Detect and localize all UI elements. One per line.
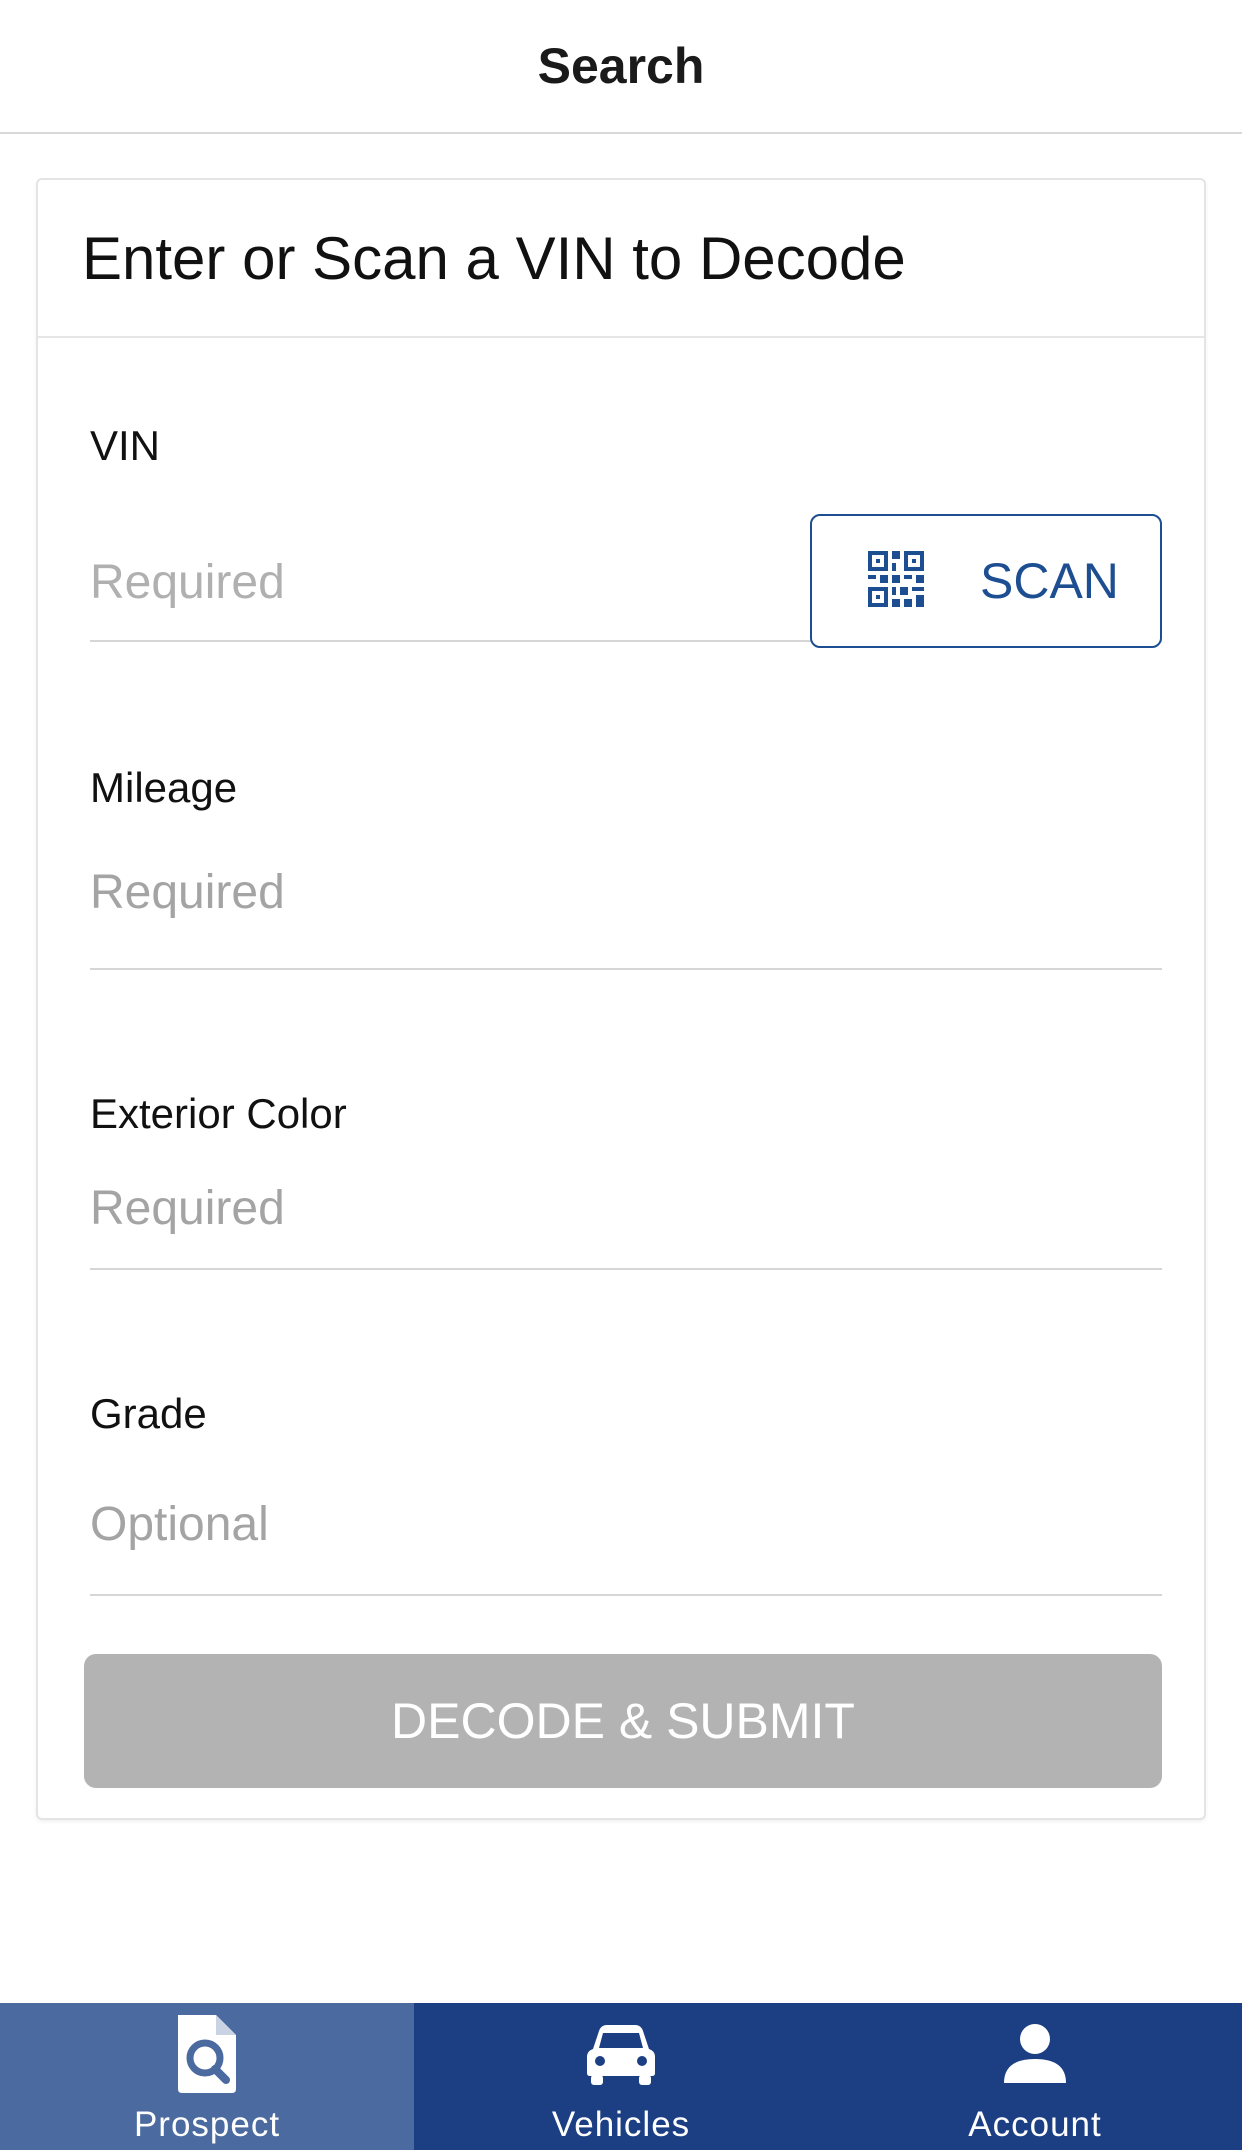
exterior-color-label: Exterior Color <box>90 1090 347 1137</box>
exterior-color-input[interactable] <box>90 1178 790 1238</box>
grade-field: Grade <box>90 1390 1162 1596</box>
scan-button[interactable]: SCAN <box>810 514 1162 648</box>
vin-input[interactable] <box>90 552 790 612</box>
document-search-icon <box>162 2009 252 2099</box>
vin-decode-card: Enter or Scan a VIN to Decode VIN Requir… <box>36 178 1206 1820</box>
tab-prospect-label: Prospect <box>133 2105 281 2144</box>
grade-label: Grade <box>90 1390 207 1437</box>
tab-account-label: Account <box>968 2105 1102 2144</box>
card-title: Enter or Scan a VIN to Decode <box>82 224 906 292</box>
grade-input[interactable] <box>90 1494 790 1554</box>
qr-code-icon <box>868 550 924 612</box>
tab-bar: Prospect Vehicles Account <box>0 2003 1242 2150</box>
page-title: Search <box>537 38 705 94</box>
tab-account[interactable]: Account <box>828 2003 1242 2150</box>
person-icon <box>990 2009 1080 2099</box>
exterior-color-field: Exterior Color <box>90 1090 1162 1270</box>
navigation-bar: Search <box>0 0 1242 134</box>
mileage-field: Mileage <box>90 764 1162 970</box>
decode-submit-button[interactable]: DECODE & SUBMIT <box>84 1654 1162 1788</box>
card-header: Enter or Scan a VIN to Decode <box>38 180 1204 338</box>
vin-field: VIN Required SCAN <box>90 422 1162 648</box>
tab-vehicles-label: Vehicles <box>551 2105 691 2144</box>
tab-vehicles[interactable]: Vehicles <box>414 2003 828 2150</box>
vin-label: VIN <box>90 422 161 469</box>
car-icon <box>576 2009 666 2099</box>
decode-submit-label: DECODE & SUBMIT <box>391 1693 855 1749</box>
scan-label: SCAN <box>980 553 1119 609</box>
mileage-input[interactable] <box>90 862 790 922</box>
mileage-label: Mileage <box>90 764 238 811</box>
tab-prospect[interactable]: Prospect <box>0 2003 414 2150</box>
